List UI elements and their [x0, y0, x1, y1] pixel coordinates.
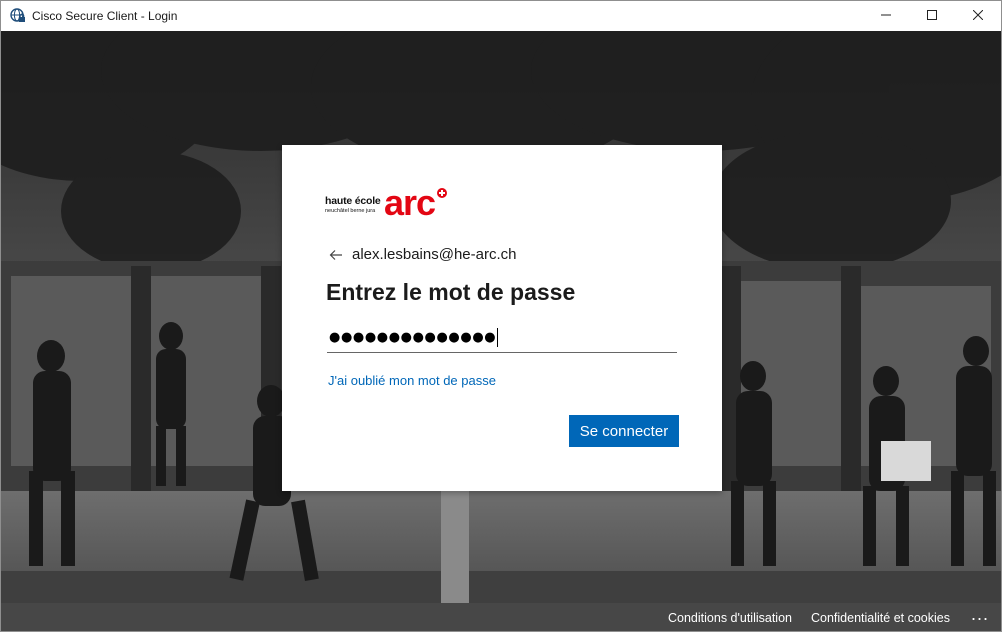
- forgot-password-link[interactable]: J'ai oublié mon mot de passe: [328, 373, 496, 388]
- back-button[interactable]: alex.lesbains@he-arc.ch: [329, 246, 516, 263]
- minimize-icon: [881, 7, 891, 25]
- logo-wordmark: arc: [384, 182, 436, 223]
- title-bar[interactable]: Cisco Secure Client - Login: [1, 1, 1001, 31]
- signin-card: haute école neuchâtel berne jura arc ale…: [282, 145, 722, 491]
- sign-in-button[interactable]: Se connecter: [569, 415, 679, 447]
- window-title: Cisco Secure Client - Login: [32, 9, 178, 23]
- plus-icon: [437, 188, 447, 198]
- terms-link[interactable]: Conditions d'utilisation: [668, 611, 792, 625]
- minimize-button[interactable]: [863, 1, 909, 31]
- maximize-button[interactable]: [909, 1, 955, 31]
- more-options-button[interactable]: ...: [971, 605, 989, 628]
- footer: Conditions d'utilisation Confidentialité…: [1, 603, 1001, 631]
- account-identity: alex.lesbains@he-arc.ch: [352, 246, 517, 263]
- page-title: Entrez le mot de passe: [326, 279, 576, 305]
- privacy-link[interactable]: Confidentialité et cookies: [811, 611, 950, 625]
- password-field[interactable]: ●●●●●●●●●●●●●●: [327, 323, 677, 353]
- logo: haute école neuchâtel berne jura arc: [325, 184, 447, 226]
- logo-line1: haute école: [325, 195, 381, 207]
- logo-line2: neuchâtel berne jura: [325, 208, 376, 214]
- text-caret: [497, 328, 499, 347]
- arrow-left-icon: [329, 248, 343, 262]
- maximize-icon: [927, 7, 937, 25]
- password-value: ●●●●●●●●●●●●●●: [329, 330, 497, 345]
- close-button[interactable]: [955, 1, 1001, 31]
- app-window: Cisco Secure Client - Login haute école …: [0, 0, 1002, 632]
- globe-lock-icon: [10, 8, 26, 24]
- close-icon: [972, 7, 984, 25]
